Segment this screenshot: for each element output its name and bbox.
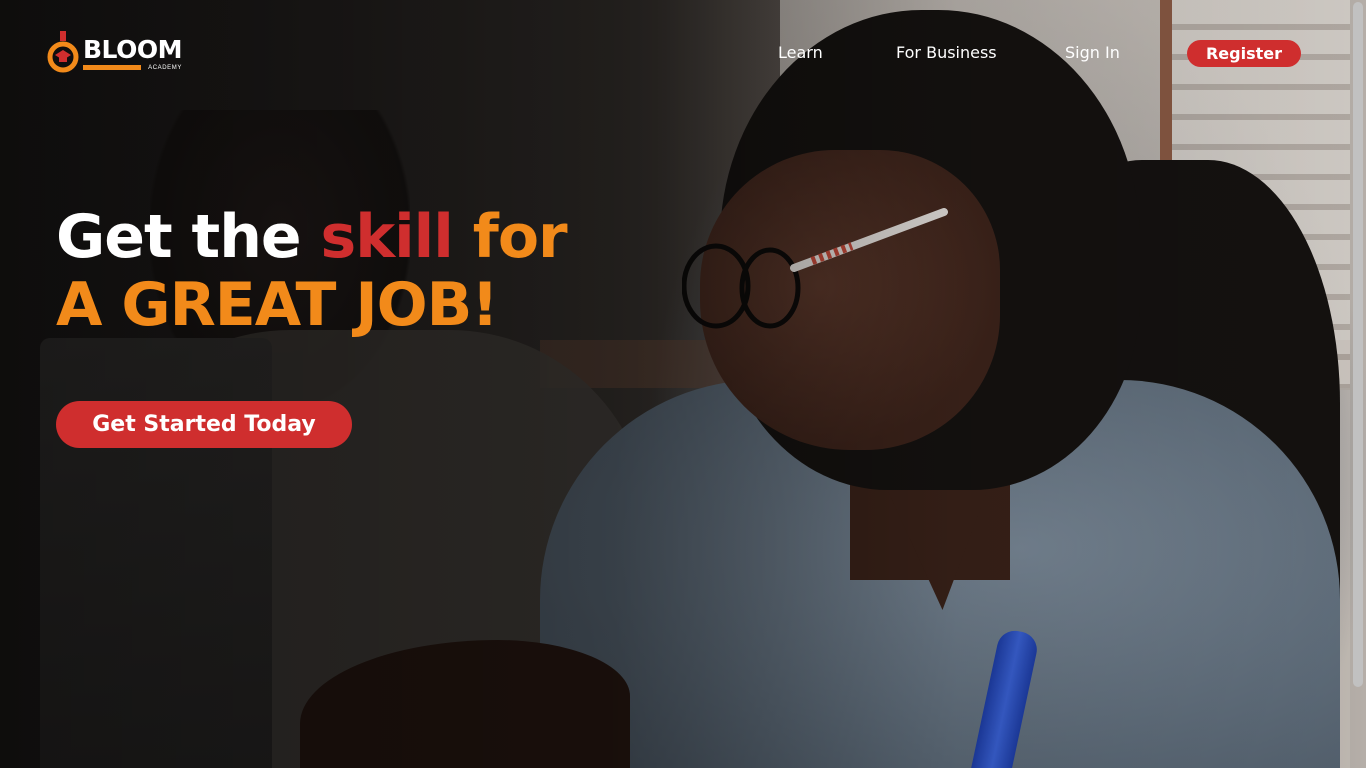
scrollbar-thumb[interactable] xyxy=(1353,2,1363,687)
page-scrollbar[interactable] xyxy=(1350,0,1366,768)
headline-line-two: A GREAT JOB! xyxy=(56,270,499,340)
nav-sign-in-link[interactable]: Sign In xyxy=(1065,43,1120,62)
headline-part-red: skill xyxy=(320,202,454,272)
hero-section: BLOOM ACADEMY Learn For Business Sign In… xyxy=(0,0,1366,768)
site-header: BLOOM ACADEMY Learn For Business Sign In… xyxy=(0,0,1366,106)
headline-part-orange: for xyxy=(452,202,568,272)
get-started-button[interactable]: Get Started Today xyxy=(56,401,352,448)
dark-overlay xyxy=(0,0,1366,768)
main-nav: Learn For Business Sign In xyxy=(0,40,1366,68)
nav-learn-link[interactable]: Learn xyxy=(778,43,823,62)
headline-part-white: Get the xyxy=(56,202,321,272)
hero-headline: Get the skill for A GREAT JOB! xyxy=(56,202,568,340)
register-button[interactable]: Register xyxy=(1187,40,1301,67)
nav-for-business-link[interactable]: For Business xyxy=(896,43,997,62)
